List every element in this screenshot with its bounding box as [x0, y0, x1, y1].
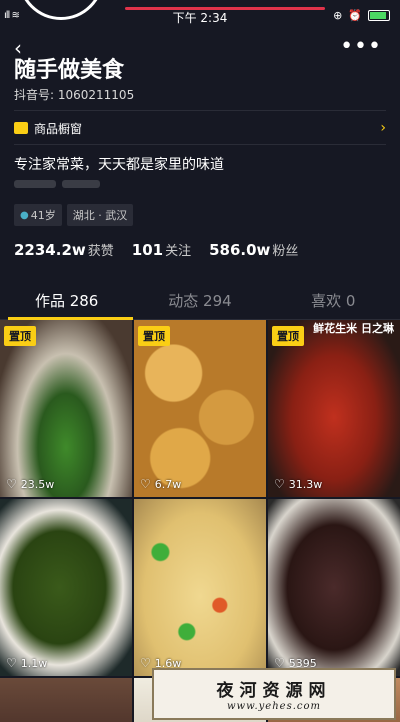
like-count: ♡ 1.1w [6, 656, 47, 670]
battery-icon [368, 10, 390, 21]
content-tabs: 作品 286 动态 294 喜欢 0 [0, 282, 400, 320]
thumbnail-caption: 鲜花生米 日之琳 [313, 322, 394, 335]
age-tag-label: 41岁 [30, 209, 56, 222]
stat-value: 586.0w [209, 241, 271, 259]
shop-icon [14, 122, 28, 134]
lock-rotation-icon: ⊕ [333, 9, 343, 22]
video-thumbnail[interactable]: 置顶 ♡ 23.5w [0, 320, 132, 497]
stat-label: 粉丝 [272, 244, 299, 259]
watermark-title: 夜河资源网 [216, 681, 332, 701]
like-count-value: 6.7w [154, 477, 182, 491]
video-thumbnail[interactable] [0, 678, 132, 722]
divider [14, 110, 386, 111]
status-icons: ⊕ ⏰ [333, 9, 390, 22]
shop-label: 商品橱窗 [34, 121, 83, 136]
like-count: ♡ 31.3w [274, 477, 322, 491]
video-thumbnail[interactable]: ♡ 1.6w [134, 499, 266, 676]
video-thumbnail[interactable]: ♡ 1.1w [0, 499, 132, 676]
pinned-badge: 置顶 [4, 326, 36, 346]
stat-followers[interactable]: 586.0w 粉丝 [209, 240, 298, 259]
stat-likes[interactable]: 2234.2w 获赞 [14, 240, 114, 259]
stat-following[interactable]: 101 关注 [132, 240, 191, 259]
heart-icon: ♡ [6, 477, 17, 491]
blurred-text [14, 180, 114, 190]
watermark-url: www.yehes.com [226, 701, 321, 712]
like-count-value: 23.5w [20, 477, 55, 491]
stat-label: 获赞 [87, 244, 114, 259]
profile-name: 随手做美食 [14, 58, 125, 83]
person-icon: ● [20, 209, 29, 221]
watermark-logo: 夜河资源网 www.yehes.com [152, 668, 396, 720]
tab-likes[interactable]: 喜欢 0 [267, 282, 400, 319]
location-tag-label: 湖北 · 武汉 [72, 209, 128, 222]
like-count-value: 31.3w [288, 477, 323, 491]
stat-value: 2234.2w [14, 241, 86, 259]
profile-bio: 专注家常菜，天天都是家里的味道 [14, 157, 224, 173]
tab-works[interactable]: 作品 286 [0, 282, 134, 320]
divider [14, 144, 386, 145]
douyin-id: 抖音号: 1060211105 [14, 88, 135, 102]
profile-tags: ● 41岁 湖北 · 武汉 [14, 204, 134, 226]
location-tag: 湖北 · 武汉 [66, 204, 134, 226]
alarm-icon: ⏰ [348, 9, 362, 22]
stat-value: 101 [131, 241, 164, 259]
heart-icon: ♡ [6, 656, 17, 670]
pinned-badge: 置顶 [138, 326, 170, 346]
heart-icon: ♡ [140, 656, 151, 670]
video-thumbnail[interactable]: 鲜花生米 日之琳 置顶 ♡ 31.3w [268, 320, 400, 497]
pinned-badge: 置顶 [272, 326, 304, 346]
shop-window-link[interactable]: 商品橱窗 › [14, 118, 386, 138]
heart-icon: ♡ [140, 477, 151, 491]
age-tag: ● 41岁 [14, 204, 62, 226]
stat-label: 关注 [165, 244, 192, 259]
video-grid: 置顶 ♡ 23.5w 置顶 ♡ 6.7w 鲜花生米 日之琳 置顶 ♡ 31.3w ♡ 1… [0, 320, 400, 722]
video-thumbnail[interactable]: 置顶 ♡ 6.7w [134, 320, 266, 497]
heart-icon: ♡ [274, 477, 285, 491]
chevron-right-icon: › [380, 120, 386, 136]
tab-dynamics[interactable]: 动态 294 [133, 282, 266, 319]
like-count: ♡ 6.7w [140, 477, 181, 491]
profile-stats: 2234.2w 获赞 101 关注 586.0w 粉丝 [14, 240, 298, 259]
like-count: ♡ 23.5w [6, 477, 54, 491]
more-icon[interactable]: ••• [340, 34, 382, 59]
video-thumbnail[interactable]: ♡ 5395 [268, 499, 400, 676]
like-count-value: 1.1w [20, 656, 48, 670]
